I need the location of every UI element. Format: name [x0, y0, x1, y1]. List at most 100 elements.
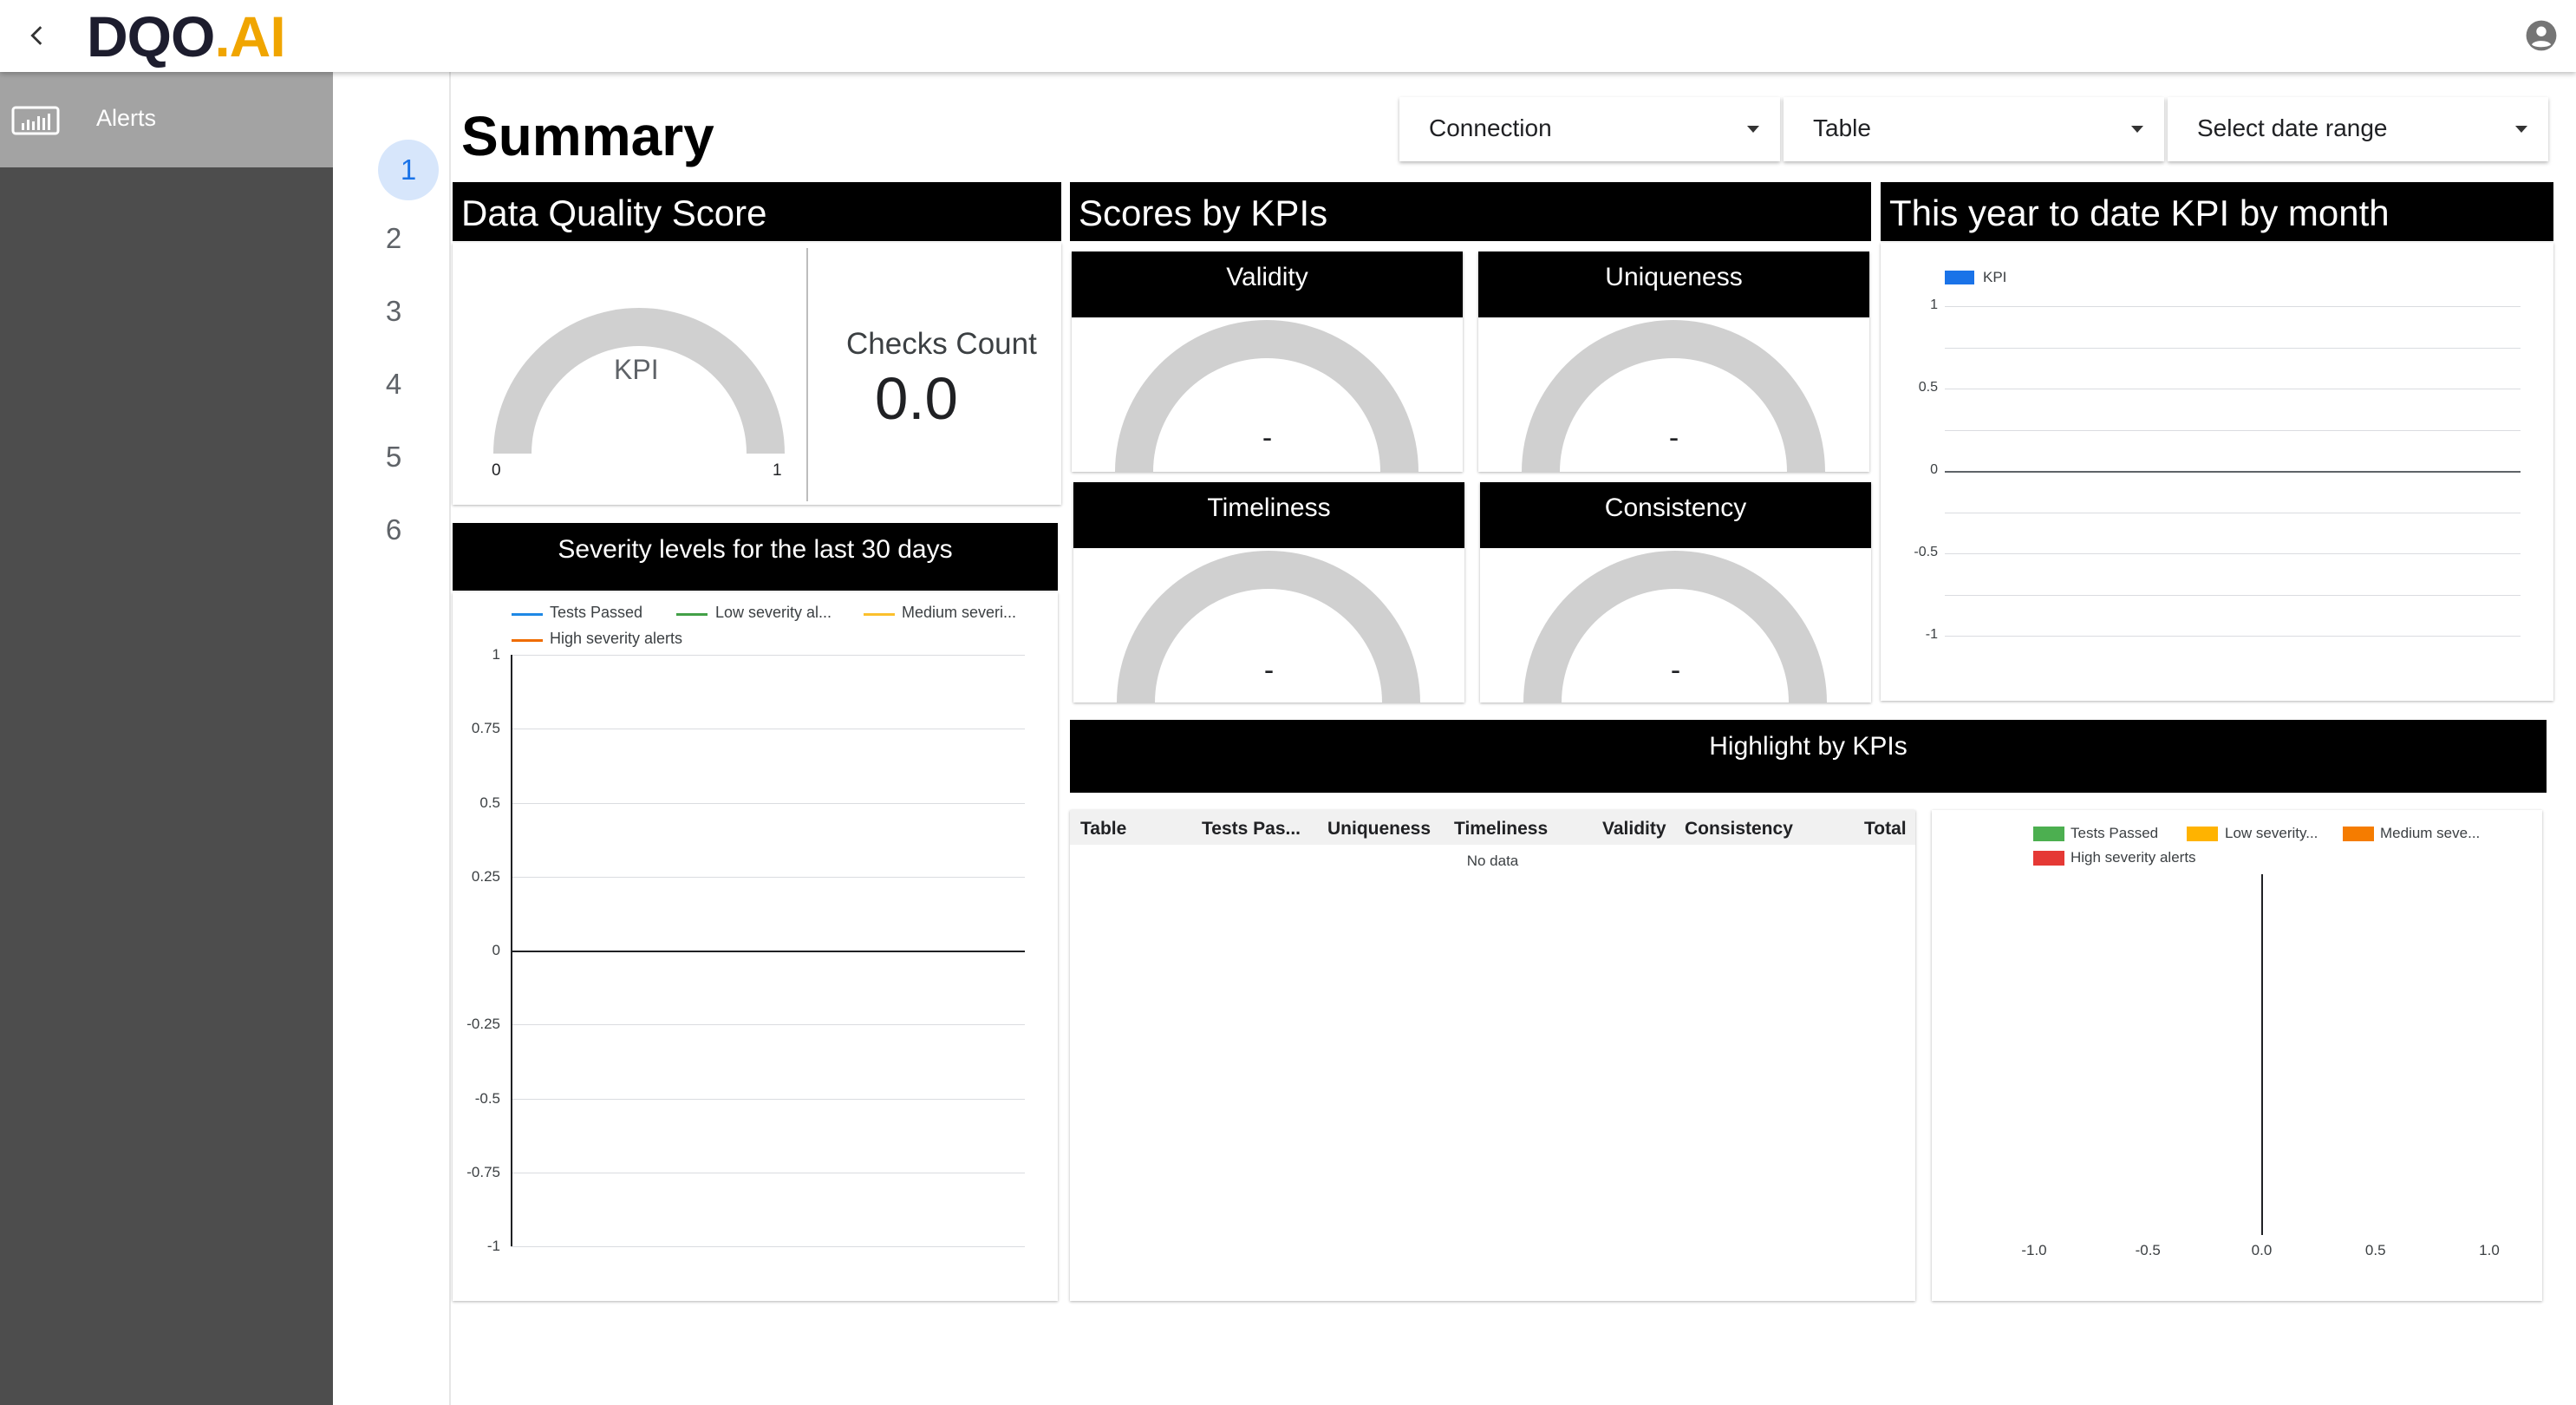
y-tick-label: -0.5: [474, 1089, 500, 1107]
kpi-gauge-label: KPI: [614, 354, 659, 385]
caret-down-icon: [2515, 126, 2527, 133]
kpi-value: -: [1263, 654, 1275, 687]
grid-line: [511, 951, 1025, 952]
page-1-button[interactable]: 1: [378, 140, 439, 200]
column-header-timeliness[interactable]: Timeliness: [1454, 819, 1548, 840]
grid-line: [1945, 471, 2521, 473]
severity-chart-panel: Tests Passed Low severity al... Medium s…: [453, 592, 1058, 1301]
y-tick-label: -0.25: [466, 1016, 500, 1033]
kpi-value: -: [1670, 654, 1681, 687]
x-tick-label: 0.5: [2364, 1242, 2386, 1258]
y-tick-label: 0.75: [471, 720, 500, 737]
chevron-left-icon: [30, 26, 42, 45]
page-5-button[interactable]: 5: [376, 440, 411, 474]
kpi-card-validity: Validity -: [1072, 252, 1463, 472]
column-header-uniqueness[interactable]: Uniqueness: [1327, 819, 1431, 840]
table-select-label: Table: [1813, 114, 1871, 141]
x-tick-label: -0.5: [2135, 1242, 2161, 1258]
sidebar-item-label: Alerts: [96, 105, 157, 131]
top-bar: DQO .AI: [0, 0, 2576, 72]
y-tick-label: 0.25: [471, 867, 500, 885]
grid-line: [511, 1246, 1025, 1247]
kpi-card-consistency: Consistency -: [1480, 482, 1871, 702]
grid-line: [511, 1024, 1025, 1026]
kpi-card-title: Consistency: [1480, 482, 1871, 548]
connection-select[interactable]: Connection: [1399, 97, 1780, 161]
zero-axis-line: [2260, 874, 2263, 1235]
page-3-button[interactable]: 3: [376, 294, 411, 329]
grid-line: [1945, 594, 2521, 596]
highlight-chart-panel: Tests Passed Low severity... Medium seve…: [1932, 810, 2542, 1301]
grid-line: [511, 802, 1025, 804]
y-tick-label: 0.5: [1918, 380, 1938, 395]
y-tick-label: -1: [1925, 627, 1938, 642]
table-select[interactable]: Table: [1784, 97, 2164, 161]
severity-chart-header: Severity levels for the last 30 days: [453, 523, 1058, 591]
panel-divider: [806, 248, 808, 501]
gauge-max-label: 1: [773, 461, 782, 480]
page-navigation: 1 2 3 4 5 6: [333, 72, 451, 1405]
checks-count-label: Checks Count: [846, 327, 1037, 361]
grid-line: [511, 655, 1025, 656]
sidebar: Alerts: [0, 72, 333, 1405]
x-tick-label: -1.0: [2021, 1242, 2047, 1258]
monthly-kpi-header: This year to date KPI by month: [1881, 182, 2553, 241]
y-tick-label: 0: [1930, 462, 1938, 477]
sidebar-item-alerts[interactable]: Alerts: [0, 72, 333, 167]
grid-line: [1945, 636, 2521, 637]
kpi-card-title: Timeliness: [1073, 482, 1464, 548]
column-header-validity[interactable]: Validity: [1602, 819, 1666, 840]
column-header-total[interactable]: Total: [1864, 819, 1907, 840]
back-button[interactable]: [23, 21, 52, 50]
column-header-table[interactable]: Table: [1080, 819, 1126, 840]
y-tick-label: -1: [486, 1238, 500, 1254]
x-tick-label: 0.0: [2251, 1242, 2273, 1258]
kpi-card-uniqueness: Uniqueness -: [1478, 252, 1869, 472]
grid-line: [511, 876, 1025, 878]
monthly-kpi-title: This year to date KPI by month: [1889, 193, 2390, 233]
logo-ai: .AI: [214, 4, 285, 69]
grid-line: [1945, 347, 2521, 349]
highlight-chart-plot: -1.0 -0.5 0.0 0.5 1.0: [1932, 810, 2542, 1301]
y-tick-label: -0.5: [1914, 545, 1938, 559]
highlight-table-panel: Table Tests Pas... Uniqueness Timeliness…: [1070, 810, 1915, 1301]
kpi-card-title: Uniqueness: [1478, 252, 1869, 317]
grid-line: [1945, 429, 2521, 431]
x-tick-label: 1.0: [2479, 1242, 2500, 1258]
y-tick-label: 0: [492, 942, 500, 958]
column-header-consistency[interactable]: Consistency: [1685, 819, 1793, 840]
account-button[interactable]: [2525, 19, 2558, 52]
page-6-button[interactable]: 6: [376, 513, 411, 547]
y-axis-line: [511, 655, 512, 1246]
monthly-kpi-panel: KPI 1 0.5 0 -0.5 -1: [1881, 243, 2553, 701]
dq-score-title: Data Quality Score: [461, 193, 767, 233]
date-range-select[interactable]: Select date range: [2168, 97, 2548, 161]
kpi-card-timeliness: Timeliness -: [1073, 482, 1464, 702]
caret-down-icon: [1747, 126, 1759, 133]
dashboard-icon: [11, 106, 60, 135]
y-tick-label: 1: [492, 646, 500, 663]
severity-chart-title: Severity levels for the last 30 days: [558, 535, 953, 564]
date-range-select-label: Select date range: [2197, 114, 2388, 141]
y-tick-label: -0.75: [466, 1163, 500, 1180]
grid-line: [1945, 306, 2521, 307]
kpi-value: -: [1262, 422, 1273, 454]
monthly-kpi-plot: 1 0.5 0 -0.5 -1: [1881, 243, 2553, 701]
page-2-button[interactable]: 2: [376, 221, 411, 256]
grid-line: [511, 1098, 1025, 1100]
no-data-text: No data: [1466, 853, 1519, 869]
caret-down-icon: [2131, 126, 2143, 133]
table-header-row: Table Tests Pas... Uniqueness Timeliness…: [1070, 810, 1915, 845]
column-header-tests-passed[interactable]: Tests Pas...: [1202, 819, 1301, 840]
severity-chart-plot: 1 0.75 0.5 0.25 0 -0.25 -0.5 -0.75 -1: [453, 592, 1058, 1301]
checks-count-value: 0.0: [875, 365, 958, 432]
kpis-title: Scores by KPIs: [1079, 193, 1328, 233]
page-4-button[interactable]: 4: [376, 367, 411, 402]
grid-line: [1945, 553, 2521, 554]
kpi-value: -: [1668, 422, 1679, 454]
highlight-title: Highlight by KPIs: [1709, 732, 1908, 761]
dq-score-header: Data Quality Score: [453, 182, 1061, 241]
connection-select-label: Connection: [1429, 114, 1552, 141]
y-tick-label: 0.5: [479, 794, 500, 811]
kpis-header: Scores by KPIs: [1070, 182, 1871, 241]
